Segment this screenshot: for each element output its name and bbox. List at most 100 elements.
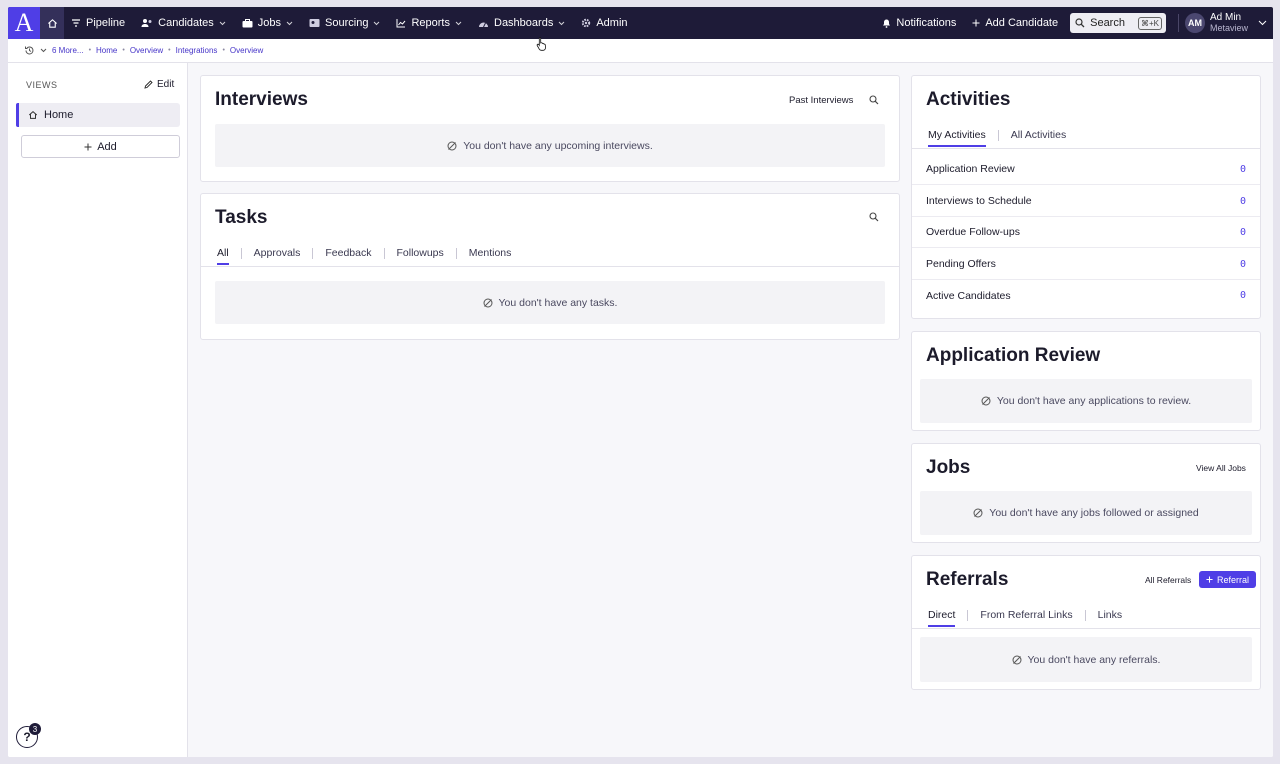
sidebar: VIEWS Edit Home Add ? 3	[8, 63, 188, 757]
interviews-search-button[interactable]	[867, 93, 881, 107]
notifications-button[interactable]: Notifications	[874, 7, 964, 39]
application-review-empty-state: You don't have any applications to revie…	[920, 379, 1252, 423]
people-icon	[141, 19, 152, 27]
history-icon[interactable]	[24, 45, 35, 56]
tasks-empty-state: You don't have any tasks.	[215, 281, 885, 324]
app-window: A Pipeline Candidates Jobs Sourcing Repo…	[8, 7, 1273, 757]
breadcrumb-separator: •	[168, 47, 171, 54]
breadcrumb-home[interactable]: Home	[96, 46, 117, 55]
tasks-search-button[interactable]	[867, 210, 881, 224]
user-menu[interactable]: Ad Min Metaview	[1210, 12, 1248, 34]
nav-dashboards[interactable]: Dashboards	[470, 7, 573, 39]
search-icon	[869, 212, 879, 222]
home-icon	[28, 110, 38, 119]
avatar[interactable]: AM	[1184, 13, 1205, 33]
tab-divider	[383, 247, 385, 259]
activity-row-pending-offers[interactable]: Pending Offers 0	[912, 249, 1260, 280]
referrals-tabs: Direct From Referral Links Links	[928, 609, 1122, 627]
referrals-empty-state: You don't have any referrals.	[920, 637, 1252, 682]
all-referrals-link[interactable]: All Referrals	[1145, 575, 1191, 585]
search-shortcut: ⌘+K	[1137, 16, 1162, 30]
views-heading: VIEWS	[26, 80, 58, 90]
breadcrumb-overview[interactable]: Overview	[130, 46, 163, 55]
tab-from-referral-links[interactable]: From Referral Links	[980, 609, 1072, 627]
chevron-down-icon[interactable]	[1256, 19, 1270, 27]
activity-row-application-review[interactable]: Application Review 0	[912, 154, 1260, 185]
tab-approvals[interactable]: Approvals	[254, 247, 301, 265]
tab-divider	[967, 609, 969, 621]
search-icon	[1075, 18, 1085, 28]
activity-count: 0	[1239, 290, 1246, 301]
activities-tab-underline	[912, 148, 1260, 149]
help-badge: 3	[29, 723, 41, 735]
breadcrumb-integrations[interactable]: Integrations	[176, 46, 218, 55]
activities-title: Activities	[926, 89, 1011, 110]
gauge-icon	[479, 22, 488, 27]
nav-pipeline[interactable]: Pipeline	[64, 7, 133, 39]
tab-my-activities[interactable]: My Activities	[928, 129, 986, 147]
mouse-cursor-icon	[536, 37, 546, 51]
interviews-empty-state: You don't have any upcoming interviews.	[215, 124, 885, 167]
tab-feedback[interactable]: Feedback	[325, 247, 371, 265]
plus-icon	[972, 19, 980, 27]
edit-views-button[interactable]: Edit	[144, 79, 174, 90]
gear-icon	[582, 18, 591, 28]
activities-tabs: My Activities All Activities	[928, 129, 1066, 147]
search-button[interactable]: Search ⌘+K	[1070, 13, 1166, 33]
home-icon	[47, 18, 57, 28]
interviews-title: Interviews	[215, 89, 308, 110]
tab-divider	[455, 247, 457, 259]
nav-jobs[interactable]: Jobs	[234, 7, 301, 39]
nav-sourcing[interactable]: Sourcing	[301, 7, 388, 39]
nav-reports[interactable]: Reports	[388, 7, 470, 39]
no-entry-icon	[447, 141, 457, 150]
tab-divider	[240, 247, 242, 259]
breadcrumb-separator: •	[88, 47, 92, 54]
plus-icon	[1206, 576, 1213, 583]
application-review-title: Application Review	[926, 345, 1101, 366]
no-entry-icon	[483, 298, 493, 307]
activity-count: 0	[1239, 195, 1246, 207]
chevron-down-icon[interactable]	[40, 48, 47, 53]
breadcrumb-separator: •	[222, 47, 225, 54]
search-icon	[869, 95, 879, 105]
view-all-jobs-link[interactable]: View All Jobs	[1196, 463, 1246, 473]
briefcase-icon	[242, 19, 253, 28]
breadcrumb-overview-current[interactable]: Overview	[230, 46, 263, 55]
sidebar-item-home[interactable]: Home	[16, 103, 180, 127]
filter-icon	[72, 19, 80, 27]
tab-links[interactable]: Links	[1098, 609, 1123, 627]
main-content: Interviews Past Interviews You don't hav…	[188, 63, 1273, 757]
nav-candidates[interactable]: Candidates	[133, 7, 234, 39]
activity-row-active-candidates[interactable]: Active Candidates 0	[912, 280, 1260, 311]
home-nav-button[interactable]	[40, 7, 64, 39]
tasks-tab-underline	[201, 266, 899, 267]
referrals-tab-underline	[912, 628, 1260, 629]
activity-row-overdue-follow-ups[interactable]: Overdue Follow-ups 0	[912, 217, 1260, 248]
activity-count: 0	[1239, 226, 1246, 238]
tab-mentions[interactable]: Mentions	[469, 247, 512, 265]
past-interviews-link[interactable]: Past Interviews	[789, 95, 853, 106]
activity-row-interviews-to-schedule[interactable]: Interviews to Schedule 0	[912, 186, 1260, 217]
nav-admin[interactable]: Admin	[573, 7, 635, 39]
breadcrumb-separator: •	[122, 47, 125, 54]
chevron-down-icon	[286, 21, 293, 25]
chevron-down-icon	[558, 21, 565, 25]
jobs-card: Jobs View All Jobs You don't have any jo…	[911, 443, 1261, 543]
pencil-icon	[144, 80, 153, 89]
ashby-logo[interactable]: A	[8, 7, 40, 39]
add-candidate-button[interactable]: Add Candidate	[964, 7, 1066, 39]
tab-all-activities[interactable]: All Activities	[1011, 129, 1066, 147]
bell-icon	[883, 19, 891, 28]
referrals-card: Referrals All Referrals Referral Direct …	[911, 555, 1261, 690]
tab-followups[interactable]: Followups	[397, 247, 444, 265]
tab-all[interactable]: All	[217, 247, 229, 265]
jobs-title: Jobs	[926, 457, 971, 478]
breadcrumb-more[interactable]: 6 More...	[52, 46, 84, 55]
add-referral-button[interactable]: Referral	[1199, 571, 1257, 588]
tab-divider	[312, 247, 314, 259]
referrals-title: Referrals	[926, 569, 1009, 590]
breadcrumb: 6 More... • Home • Overview • Integratio…	[8, 39, 1273, 63]
tab-direct[interactable]: Direct	[928, 609, 956, 627]
add-view-button[interactable]: Add	[21, 135, 180, 158]
